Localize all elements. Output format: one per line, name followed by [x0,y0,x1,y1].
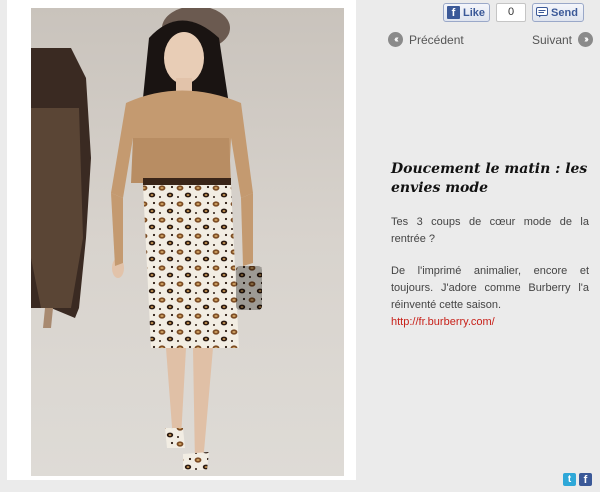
social-bar: f Like 0 Send [443,3,584,22]
like-label: Like [463,6,486,19]
article-text: De l'imprimé animalier, encore et toujou… [391,265,589,311]
previous-button[interactable]: ‹‹ Précédent [388,32,464,47]
facebook-icon: f [447,6,460,19]
previous-label: Précédent [409,32,464,47]
article-title: Doucement le matin : les envies mode [391,161,588,196]
photo-frame [7,0,356,480]
next-label: Suivant [531,32,572,47]
facebook-send-button[interactable]: Send [532,3,584,22]
facebook-like-button[interactable]: f Like [443,3,491,22]
next-button[interactable]: Suivant ›› [532,32,593,47]
share-icons: t f [563,473,592,486]
chevron-right-icon: ›› [578,32,593,47]
burberry-link[interactable]: http://fr.burberry.com/ [391,316,495,328]
facebook-icon[interactable]: f [579,473,592,486]
article-paragraph: Tes 3 coups de cœur mode de la rentrée ? [391,216,589,245]
send-label: Send [551,6,578,19]
runway-photo [31,8,344,476]
article-paragraph: De l'imprimé animalier, encore et toujou… [391,263,589,331]
like-count: 0 [496,3,527,22]
article-navigation: ‹‹ Précédent Suivant ›› [388,32,593,52]
twitter-icon[interactable]: t [563,473,576,486]
chevron-left-icon: ‹‹ [388,32,403,47]
article: Doucement le matin : les envies mode Tes… [391,160,589,346]
send-icon [536,7,549,18]
